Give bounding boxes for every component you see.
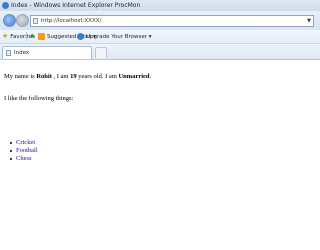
new-tab-button[interactable] (95, 47, 107, 58)
star-icon: ★ (2, 32, 9, 40)
chevron-down-icon[interactable]: ▼ (307, 16, 311, 26)
marital-status: Unmarried (118, 73, 150, 80)
favorites-bar: ★ Favorites ★ Suggested Sites ▾ Upgrade … (0, 30, 320, 44)
like-heading: I like the following things: (4, 95, 74, 102)
list-item: Chess (10, 155, 38, 163)
page-content: My name is Rohit , I am 19 years old. I … (0, 60, 320, 250)
separator (26, 32, 27, 41)
person-name: Rohit (36, 73, 52, 80)
intro-end: . (149, 73, 152, 80)
internet-explorer-icon (77, 33, 84, 40)
hobbies-list: Cricket Football Chess (10, 139, 38, 163)
page-icon (6, 50, 11, 56)
address-url[interactable]: http://localhost:XXXX/ (41, 16, 101, 26)
window-title: Index - Windows Internet Explorer ProcMo… (11, 2, 141, 9)
tab-title: Index (14, 50, 30, 56)
intro-middle: , I am (51, 73, 71, 80)
internet-explorer-icon (2, 2, 9, 9)
intro-suffix: years old. I am (76, 73, 119, 80)
upgrade-browser-label: Upgrade Your Browser ▾ (86, 33, 152, 40)
add-favorite-icon[interactable]: ★ (29, 31, 38, 41)
tab-bar: Index (0, 44, 320, 60)
suggested-sites-icon (38, 33, 45, 40)
page-icon (33, 18, 38, 24)
window-titlebar: Index - Windows Internet Explorer ProcMo… (0, 0, 320, 11)
hobby-link[interactable]: Cricket (16, 139, 35, 146)
hobby-link[interactable]: Chess (16, 155, 32, 162)
back-button[interactable] (3, 14, 16, 27)
intro-sentence: My name is Rohit , I am 19 years old. I … (4, 73, 151, 80)
tab-index[interactable]: Index (2, 46, 92, 59)
upgrade-browser-button[interactable]: Upgrade Your Browser ▾ (77, 31, 152, 42)
navigation-bar: http://localhost:XXXX/ ▼ (0, 11, 320, 30)
address-bar[interactable]: http://localhost:XXXX/ ▼ (30, 15, 314, 27)
list-item: Football (10, 147, 38, 155)
intro-prefix: My name is (4, 73, 37, 80)
list-item: Cricket (10, 139, 38, 147)
hobby-link[interactable]: Football (16, 147, 38, 154)
forward-button[interactable] (16, 14, 29, 27)
